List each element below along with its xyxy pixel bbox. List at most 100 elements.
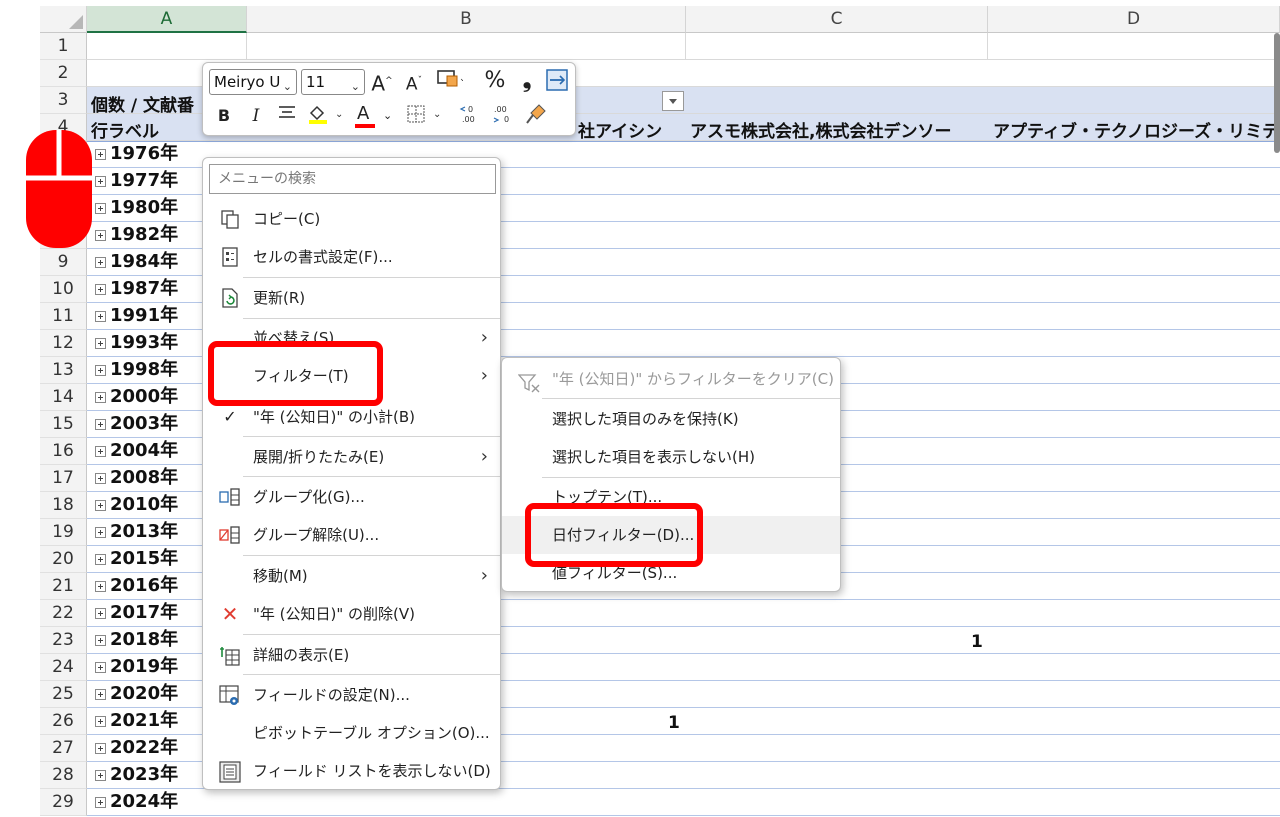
pivot-year-row[interactable]: 2024年	[95, 789, 178, 815]
menu-item-refresh[interactable]: 更新(R)	[203, 279, 500, 317]
pivot-year-row[interactable]: 1984年	[95, 249, 178, 275]
menu-item-ungroup[interactable]: グループ解除(U)...	[203, 516, 500, 554]
expand-plus-icon[interactable]	[95, 716, 106, 727]
row-header[interactable]: 9	[40, 249, 87, 276]
expand-plus-icon[interactable]	[95, 662, 106, 673]
submenu-item-hide-selected[interactable]: 選択した項目を表示しない(H)	[502, 438, 840, 476]
menu-item-show-details[interactable]: 詳細の表示(E)	[203, 636, 500, 674]
decrease-decimal-button[interactable]: .00 0	[489, 103, 517, 133]
expand-plus-icon[interactable]	[95, 419, 106, 430]
expand-plus-icon[interactable]	[95, 689, 106, 700]
menu-item-remove-field[interactable]: ✕ "年 (公知日)" の削除(V)	[203, 595, 500, 633]
percent-style-button[interactable]: %	[483, 68, 507, 94]
bold-button[interactable]: B	[213, 103, 235, 129]
align-center-button[interactable]	[275, 103, 299, 131]
expand-plus-icon[interactable]	[95, 257, 106, 268]
row-header[interactable]: 16	[40, 438, 87, 465]
row-header[interactable]: 18	[40, 492, 87, 519]
row-header[interactable]: 28	[40, 762, 87, 789]
row-header[interactable]: 23	[40, 627, 87, 654]
wrap-text-button[interactable]	[545, 69, 569, 99]
expand-plus-icon[interactable]	[95, 311, 106, 322]
pivot-year-row[interactable]: 2008年	[95, 465, 178, 491]
submenu-item-clear-filter[interactable]: "年 (公知日)" からフィルターをクリア(C)	[502, 360, 840, 398]
row-header[interactable]: 11	[40, 303, 87, 330]
pivot-year-row[interactable]: 2022年	[95, 735, 178, 761]
menu-item-expand-collapse[interactable]: 展開/折りたたみ(E) ›	[203, 438, 500, 476]
row-header[interactable]: 19	[40, 519, 87, 546]
pivot-year-row[interactable]: 2013年	[95, 519, 178, 545]
pivot-year-row[interactable]: 2015年	[95, 546, 178, 572]
font-name-select[interactable]: Meiryo U ⌄	[209, 69, 297, 95]
pivot-year-row[interactable]: 2020年	[95, 681, 178, 707]
pivot-year-row[interactable]: 2021年	[95, 708, 178, 734]
expand-plus-icon[interactable]	[95, 527, 106, 538]
row-header[interactable]: 26	[40, 708, 87, 735]
fill-color-button[interactable]: ⌄	[305, 103, 349, 133]
borders-button[interactable]: ⌄	[403, 103, 447, 133]
pivot-year-row[interactable]: 2019年	[95, 654, 178, 680]
row-header[interactable]: 12	[40, 330, 87, 357]
expand-plus-icon[interactable]	[95, 473, 106, 484]
expand-plus-icon[interactable]	[95, 446, 106, 457]
expand-plus-icon[interactable]	[95, 203, 106, 214]
pivot-year-row[interactable]: 2023年	[95, 762, 178, 788]
comma-style-button[interactable]: ❟	[515, 68, 539, 94]
pivot-year-row[interactable]: 2004年	[95, 438, 178, 464]
expand-plus-icon[interactable]	[95, 608, 106, 619]
row-header[interactable]: 27	[40, 735, 87, 762]
row-header[interactable]: 14	[40, 384, 87, 411]
expand-plus-icon[interactable]	[95, 284, 106, 295]
expand-plus-icon[interactable]	[95, 770, 106, 781]
pivot-year-row[interactable]: 2018年	[95, 627, 178, 653]
menu-item-group[interactable]: グループ化(G)...	[203, 478, 500, 516]
expand-plus-icon[interactable]	[95, 797, 106, 808]
pivot-year-row[interactable]: 2016年	[95, 573, 178, 599]
row-header[interactable]: 24	[40, 654, 87, 681]
row-header[interactable]: 29	[40, 789, 87, 816]
row-header[interactable]: 21	[40, 573, 87, 600]
expand-plus-icon[interactable]	[95, 392, 106, 403]
pivot-year-row[interactable]: 2010年	[95, 492, 178, 518]
number-format-button[interactable]: ⌄	[433, 68, 467, 96]
pivot-year-row[interactable]: 2017年	[95, 600, 178, 626]
pivot-year-row[interactable]: 1977年	[95, 168, 178, 194]
row-header[interactable]: 13	[40, 357, 87, 384]
grow-font-button[interactable]: A^	[371, 68, 393, 97]
expand-plus-icon[interactable]	[95, 176, 106, 187]
column-header-a[interactable]: A	[87, 6, 247, 33]
row-header[interactable]: 15	[40, 411, 87, 438]
select-all-corner[interactable]	[40, 6, 87, 33]
pivot-year-row[interactable]: 1987年	[95, 276, 178, 302]
column-header-d[interactable]: D	[988, 6, 1280, 33]
vertical-scrollbar[interactable]	[1274, 33, 1280, 153]
pivot-year-row[interactable]: 1980年	[95, 195, 178, 221]
expand-plus-icon[interactable]	[95, 338, 106, 349]
menu-item-hide-field-list[interactable]: フィールド リストを表示しない(D)	[203, 752, 500, 790]
menu-item-field-settings[interactable]: フィールドの設定(N)...	[203, 676, 500, 714]
expand-plus-icon[interactable]	[95, 743, 106, 754]
menu-search-input[interactable]: メニューの検索	[209, 164, 496, 194]
expand-plus-icon[interactable]	[95, 581, 106, 592]
column-header-b[interactable]: B	[247, 6, 686, 33]
row-header[interactable]: 17	[40, 465, 87, 492]
pivot-year-row[interactable]: 1993年	[95, 330, 178, 356]
row-header[interactable]: 10	[40, 276, 87, 303]
pivot-year-row[interactable]: 1982年	[95, 222, 178, 248]
shrink-font-button[interactable]: Aˇ	[403, 68, 425, 98]
row-header[interactable]: 3	[40, 87, 87, 114]
pivot-year-row[interactable]: 2003年	[95, 411, 178, 437]
row-header[interactable]: 22	[40, 600, 87, 627]
row-header[interactable]: 20	[40, 546, 87, 573]
increase-decimal-button[interactable]: 0.00	[457, 103, 485, 133]
menu-item-copy[interactable]: コピー(C)	[203, 200, 500, 238]
submenu-item-keep-selected[interactable]: 選択した項目のみを保持(K)	[502, 400, 840, 438]
expand-plus-icon[interactable]	[95, 365, 106, 376]
pivot-year-row[interactable]: 1976年	[95, 141, 178, 167]
menu-item-move[interactable]: 移動(M) ›	[203, 557, 500, 595]
pivot-year-row[interactable]: 1998年	[95, 357, 178, 383]
pivot-year-row[interactable]: 2000年	[95, 384, 178, 410]
font-size-select[interactable]: 11 ⌄	[301, 69, 365, 95]
menu-item-pivot-options[interactable]: ピボットテーブル オプション(O)...	[203, 714, 500, 752]
expand-plus-icon[interactable]	[95, 149, 106, 160]
